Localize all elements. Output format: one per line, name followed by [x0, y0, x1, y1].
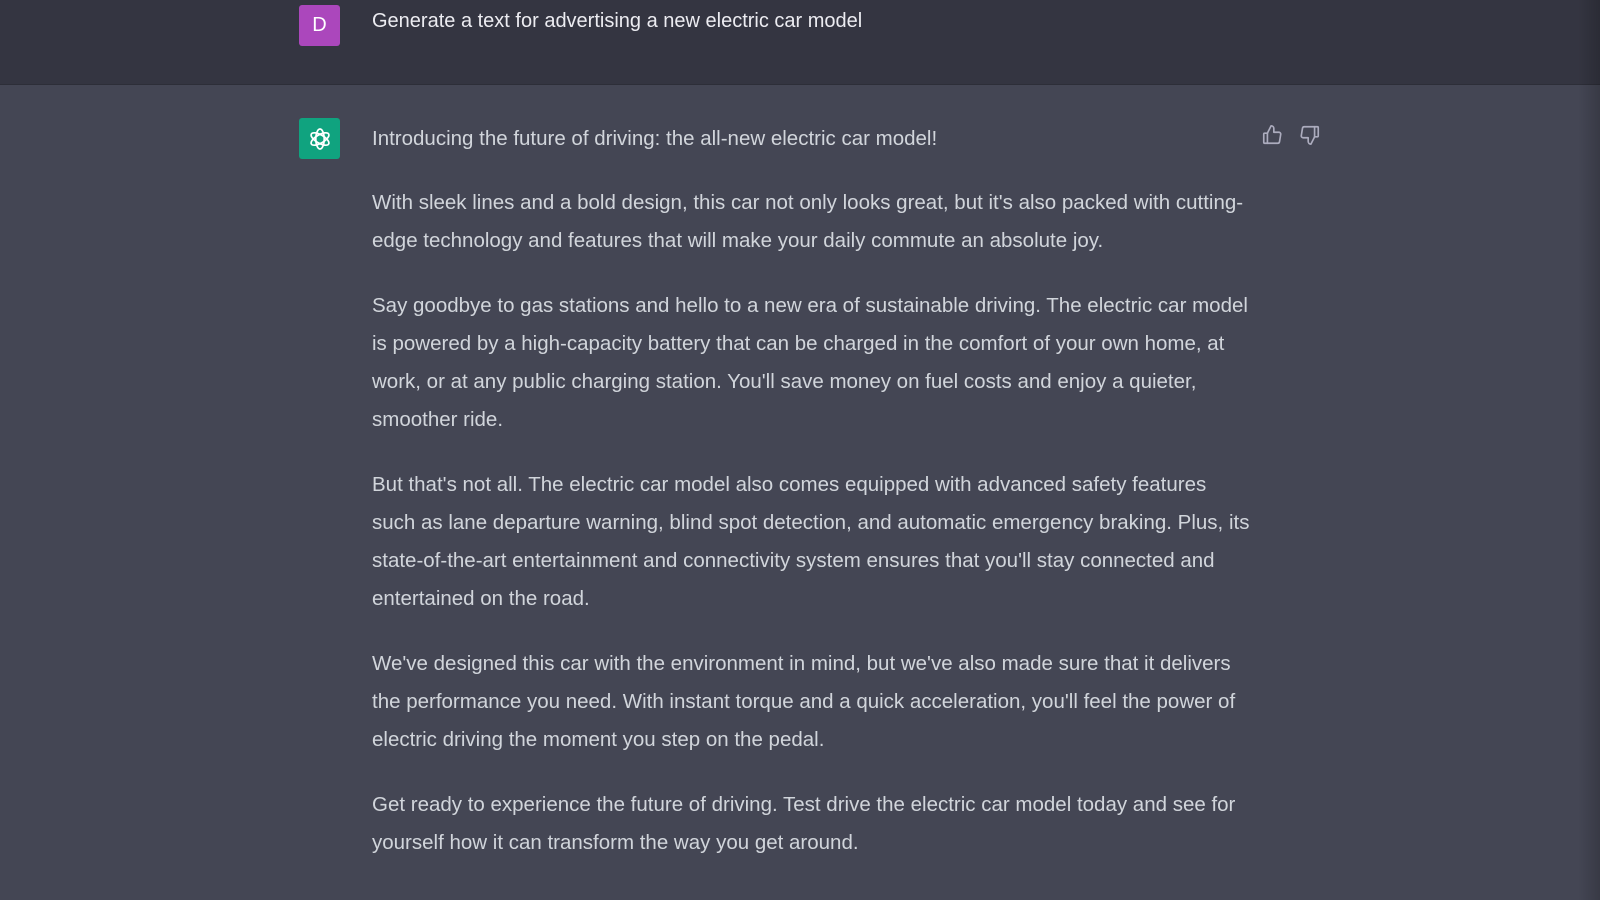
response-paragraph: But that's not all. The electric car mod… [372, 473, 1250, 610]
response-paragraph: We've designed this car with the environ… [372, 652, 1236, 751]
thumbs-down-icon [1300, 125, 1320, 145]
thumbs-up-icon [1262, 125, 1282, 145]
user-message-row: D Generate a text for advertising a new … [0, 0, 1600, 85]
window-edge-shadow [1578, 0, 1600, 900]
assistant-avatar [299, 118, 340, 159]
response-paragraph: Introducing the future of driving: the a… [372, 127, 938, 150]
openai-logo-icon [309, 127, 330, 150]
assistant-response: Introducing the future of driving: the a… [372, 120, 1252, 889]
user-avatar: D [299, 5, 340, 46]
response-paragraph: With sleek lines and a bold design, this… [372, 191, 1244, 252]
user-prompt-text: Generate a text for advertising a new el… [372, 10, 863, 32]
response-paragraph: Get ready to experience the future of dr… [372, 793, 1236, 854]
assistant-message-row: Introducing the future of driving: the a… [0, 85, 1600, 900]
response-paragraph: Say goodbye to gas stations and hello to… [372, 294, 1248, 431]
thumbs-down-button[interactable] [1297, 122, 1323, 148]
thumbs-up-button[interactable] [1259, 122, 1285, 148]
